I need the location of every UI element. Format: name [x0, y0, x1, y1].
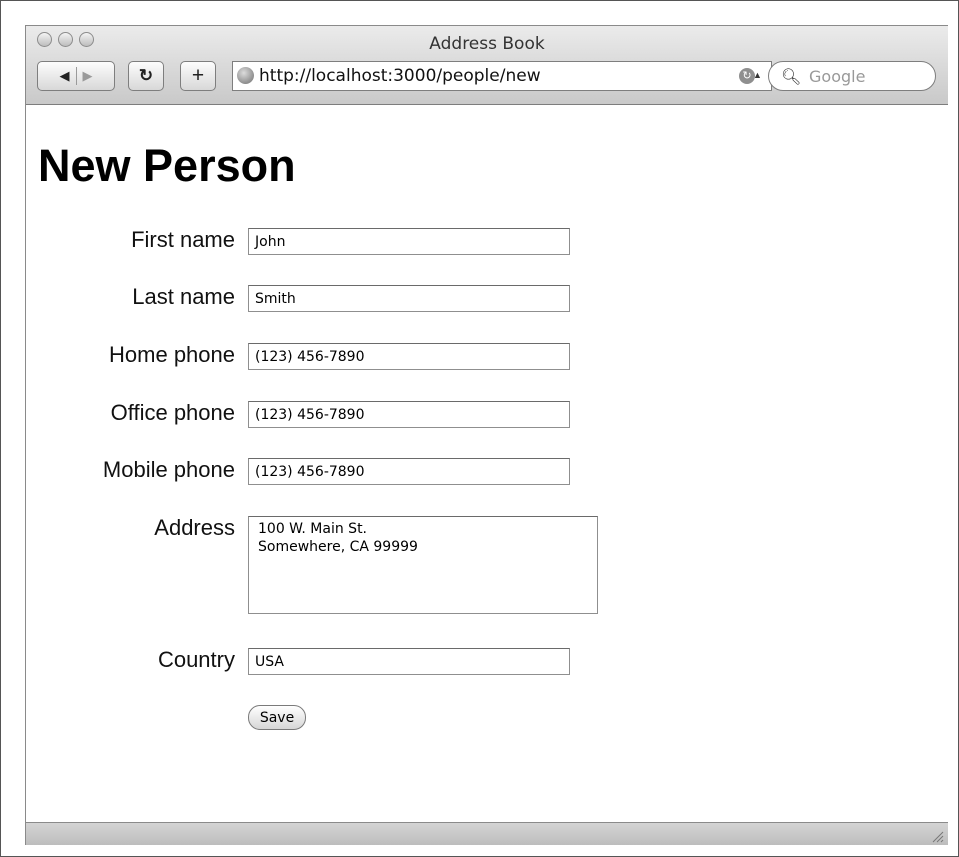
- resize-grip-icon[interactable]: [930, 829, 944, 843]
- mobile-phone-input[interactable]: (123) 456-7890: [248, 458, 570, 485]
- form-row-country: Country USA: [26, 647, 948, 677]
- office-phone-input[interactable]: (123) 456-7890: [248, 401, 570, 428]
- page-title: New Person: [38, 140, 296, 191]
- address-bar[interactable]: http://localhost:3000/people/new ↻: [232, 61, 772, 91]
- form-row-home-phone: Home phone (123) 456-7890: [26, 342, 948, 372]
- url-text: http://localhost:3000/people/new: [259, 66, 541, 86]
- search-icon: 🔍︎: [781, 67, 802, 86]
- last-name-label: Last name: [132, 284, 235, 309]
- first-name-label: First name: [131, 227, 235, 252]
- form-row-mobile-phone: Mobile phone (123) 456-7890: [26, 457, 948, 487]
- search-placeholder: Google: [809, 67, 866, 86]
- mobile-phone-label: Mobile phone: [102, 457, 235, 482]
- first-name-input[interactable]: John: [248, 228, 570, 255]
- form-row-office-phone: Office phone (123) 456-7890: [26, 400, 948, 430]
- globe-icon: [237, 67, 254, 84]
- back-arrow-icon[interactable]: ◀: [60, 68, 70, 84]
- form-row-first-name: First name John: [26, 227, 948, 257]
- title-bar: Address Book ◀ ▶ ↻ + http://localhost:30…: [26, 26, 948, 105]
- home-phone-label: Home phone: [109, 342, 235, 367]
- search-field[interactable]: 🔍︎ Google: [768, 61, 936, 91]
- address-textarea[interactable]: 100 W. Main St. Somewhere, CA 99999: [248, 516, 598, 614]
- form-row-last-name: Last name Smith: [26, 284, 948, 314]
- snapback-icon[interactable]: ▲: [753, 70, 762, 80]
- browser-window: Address Book ◀ ▶ ↻ + http://localhost:30…: [25, 25, 948, 845]
- home-phone-input[interactable]: (123) 456-7890: [248, 343, 570, 370]
- reload-button[interactable]: ↻: [128, 61, 164, 91]
- plus-icon: +: [191, 64, 205, 87]
- back-forward-button-group: ◀ ▶: [37, 61, 115, 91]
- window-title: Address Book: [429, 34, 545, 54]
- country-input[interactable]: USA: [248, 648, 570, 675]
- last-name-input[interactable]: Smith: [248, 285, 570, 312]
- screenshot-frame: Address Book ◀ ▶ ↻ + http://localhost:30…: [0, 0, 959, 857]
- forward-arrow-icon[interactable]: ▶: [83, 68, 93, 84]
- address-label: Address: [154, 515, 235, 540]
- reload-icon: ↻: [138, 66, 154, 85]
- status-bar: [26, 822, 948, 845]
- office-phone-label: Office phone: [110, 400, 235, 425]
- button-divider: [75, 67, 77, 85]
- add-bookmark-button[interactable]: +: [180, 61, 216, 91]
- save-button[interactable]: Save: [248, 705, 306, 730]
- country-label: Country: [157, 647, 235, 672]
